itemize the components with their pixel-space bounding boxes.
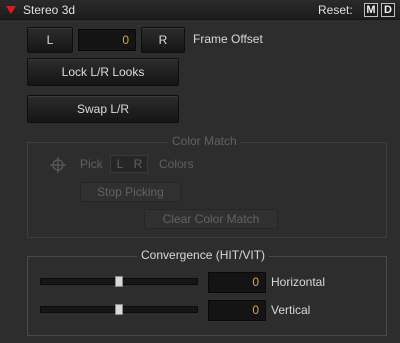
collapse-arrow-icon[interactable]: [6, 6, 16, 14]
reset-m-button[interactable]: M: [364, 3, 378, 17]
colors-label: Colors: [159, 157, 194, 171]
horizontal-slider[interactable]: [40, 276, 198, 287]
vertical-label: Vertical: [271, 303, 311, 317]
clear-color-match-button[interactable]: Clear Color Match: [144, 209, 278, 229]
vertical-value-field[interactable]: 0: [208, 300, 266, 321]
stop-picking-button[interactable]: Stop Picking: [80, 182, 181, 202]
vertical-slider-thumb[interactable]: [115, 304, 123, 315]
crosshair-icon[interactable]: [50, 157, 66, 173]
frame-offset-label: Frame Offset: [193, 32, 263, 46]
pick-l-button[interactable]: L: [112, 156, 128, 172]
lock-looks-button[interactable]: Lock L/R Looks: [27, 58, 179, 86]
color-match-group: Color Match Pick L R Colors Stop Picking…: [27, 134, 387, 238]
convergence-title: Convergence (HIT/VIT): [137, 248, 270, 262]
frame-offset-value-field[interactable]: 0: [78, 29, 136, 51]
frame-offset-left-button[interactable]: L: [27, 27, 73, 53]
convergence-group: Convergence (HIT/VIT) 0 Horizontal 0 Ver…: [27, 248, 387, 336]
reset-label: Reset:: [318, 3, 353, 17]
frame-offset-right-button[interactable]: R: [141, 27, 185, 53]
panel-title: Stereo 3d: [23, 3, 76, 17]
panel-header: Stereo 3d Reset: M D: [0, 0, 400, 20]
reset-d-button[interactable]: D: [381, 3, 395, 17]
pick-r-button[interactable]: R: [130, 156, 146, 172]
color-match-title: Color Match: [168, 134, 241, 148]
horizontal-value-field[interactable]: 0: [208, 272, 266, 293]
horizontal-label: Horizontal: [271, 275, 326, 289]
stereo-3d-panel: L 0 R Frame Offset Lock L/R Looks Swap L…: [0, 20, 400, 343]
pick-label: Pick: [80, 157, 103, 171]
pick-lr-toggle: L R: [110, 155, 148, 173]
vertical-slider[interactable]: [40, 304, 198, 315]
swap-lr-button[interactable]: Swap L/R: [27, 95, 179, 123]
horizontal-slider-thumb[interactable]: [115, 276, 123, 287]
